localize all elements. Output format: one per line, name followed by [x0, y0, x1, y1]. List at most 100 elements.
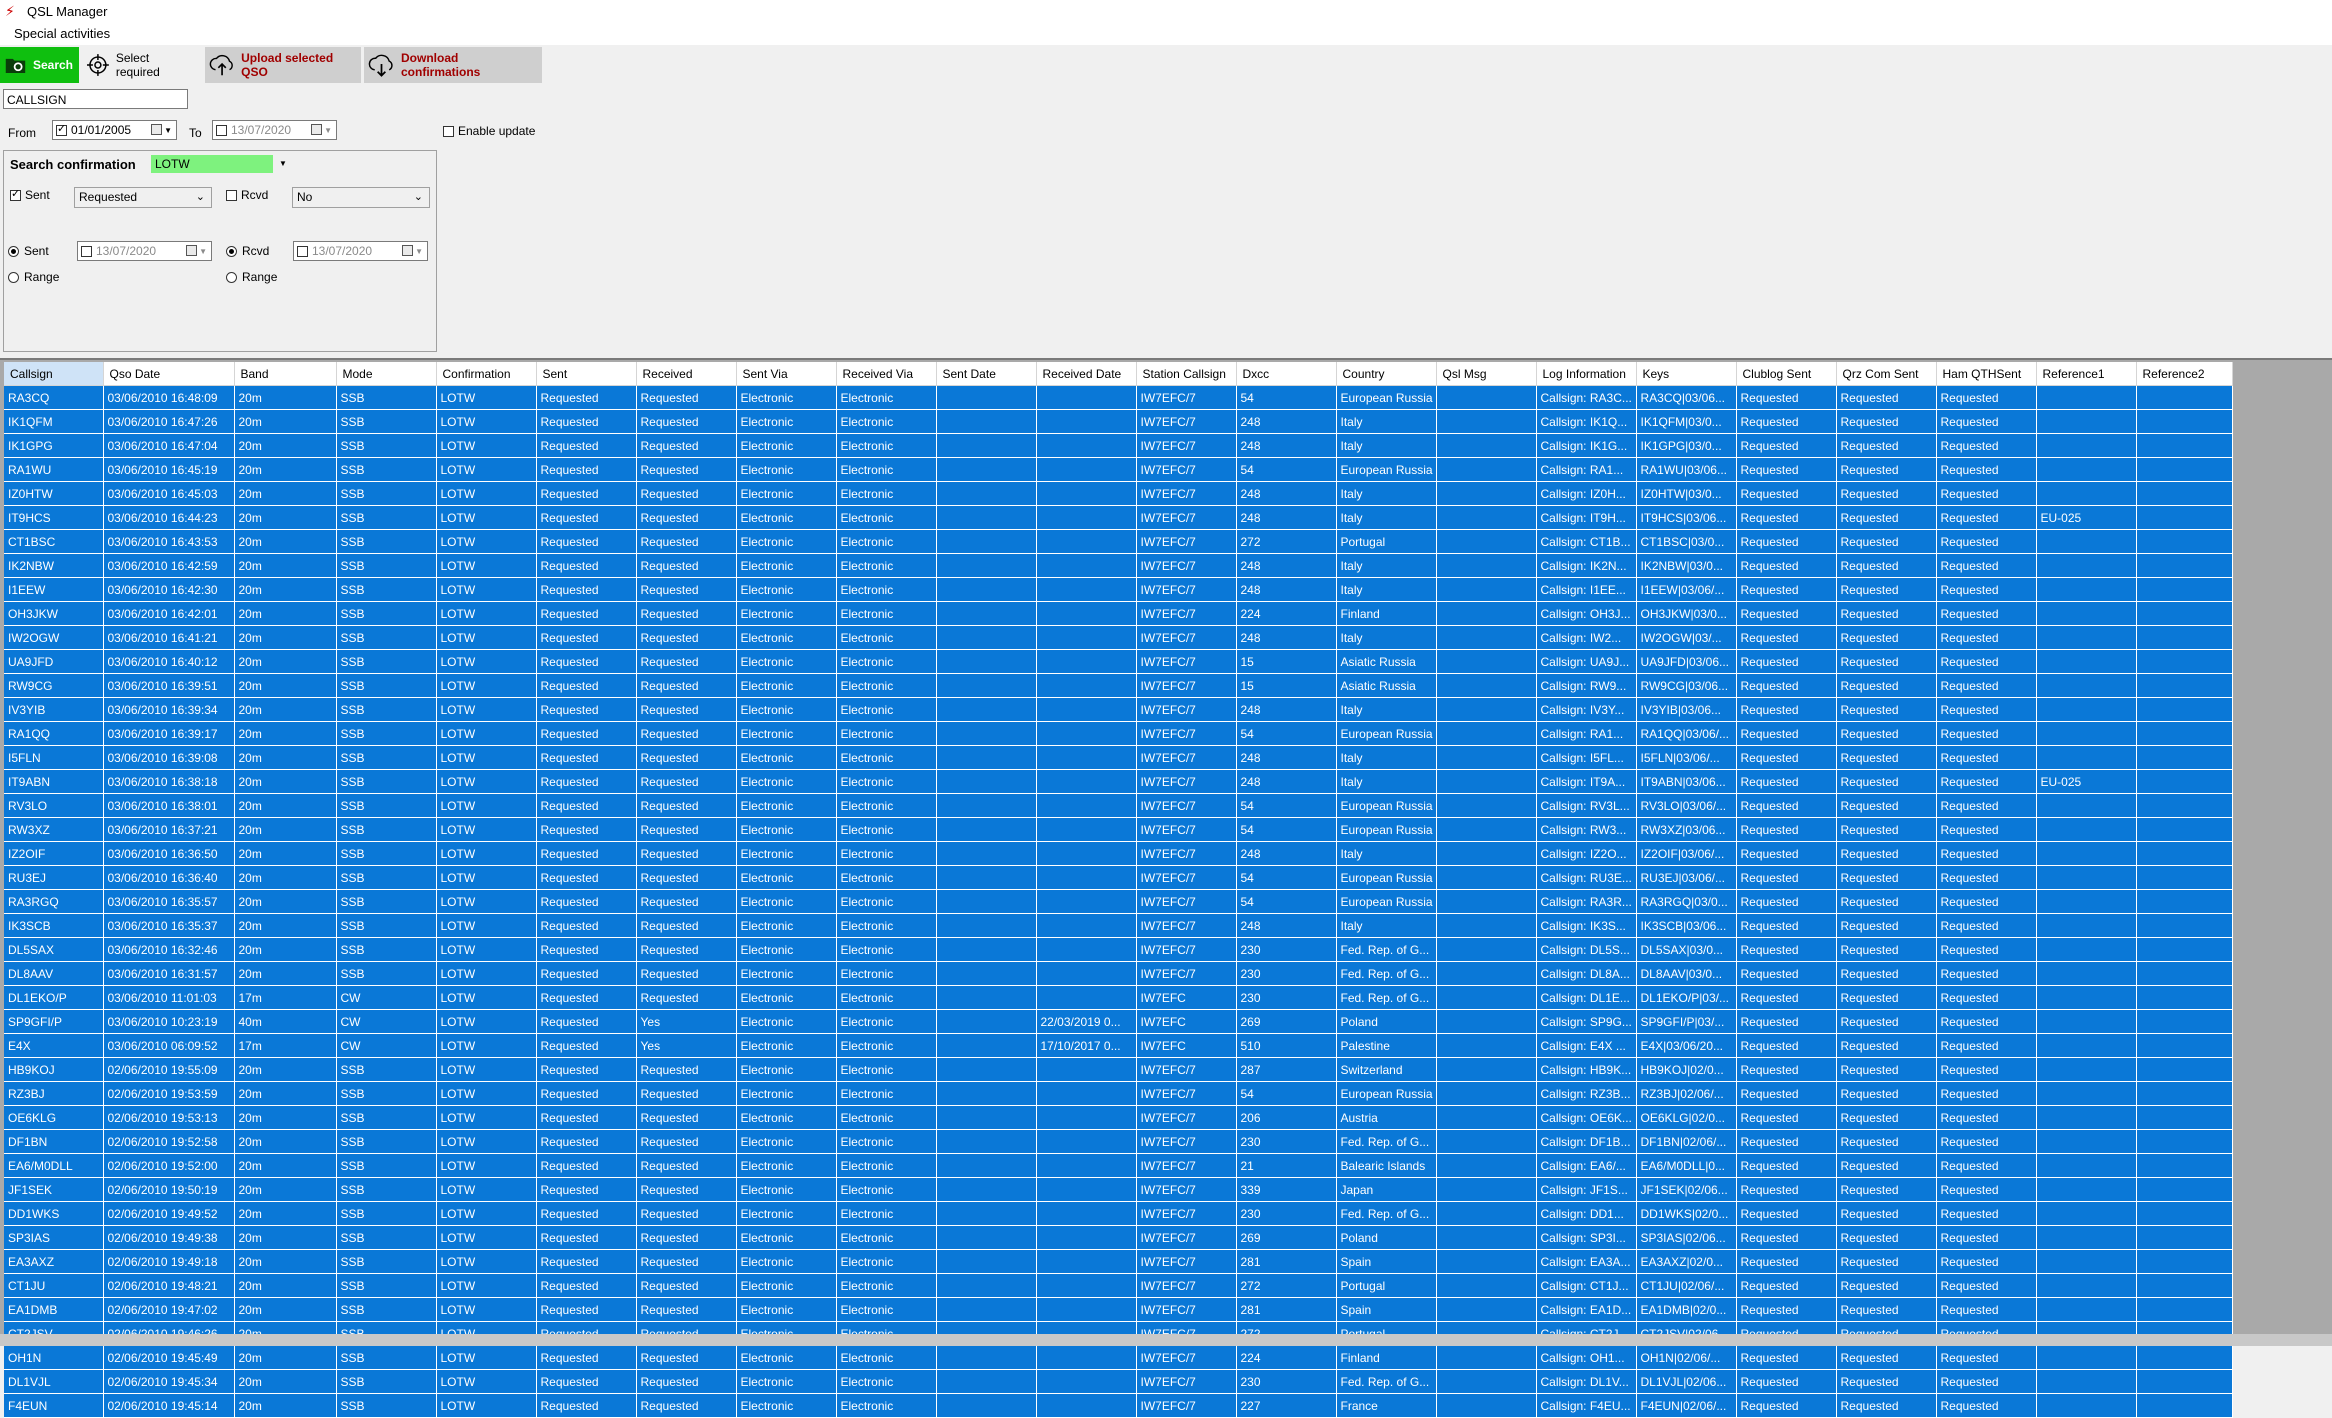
table-cell[interactable] — [1036, 433, 1137, 458]
table-cell[interactable] — [2136, 697, 2233, 722]
table-cell[interactable]: 230 — [1236, 961, 1337, 986]
table-cell[interactable]: Requested — [636, 1105, 737, 1130]
table-cell[interactable]: Requested — [536, 1105, 637, 1130]
table-row[interactable]: IT9HCS 03/06/2010 16:44:23 20m SSB LOTW Reque… — [4, 505, 2233, 530]
table-cell[interactable] — [1436, 1273, 1537, 1298]
table-cell[interactable]: European Russia — [1336, 385, 1437, 410]
table-cell[interactable]: IW2OGW — [4, 625, 104, 650]
table-cell[interactable]: Requested — [1836, 1201, 1937, 1226]
table-cell[interactable]: Fed. Rep. of G... — [1336, 1129, 1437, 1154]
table-row[interactable]: DF1BN 02/06/2010 19:52:58 20m SSB LOTW Reques… — [4, 1129, 2233, 1154]
table-cell[interactable]: IK1GPG — [4, 433, 104, 458]
table-cell[interactable]: LOTW — [436, 1105, 537, 1130]
table-cell[interactable]: Requested — [1836, 1345, 1937, 1370]
table-cell[interactable] — [936, 553, 1037, 578]
table-cell[interactable]: Callsign: CT1J... — [1536, 1273, 1637, 1298]
table-cell[interactable]: Requested — [1736, 721, 1837, 746]
table-cell[interactable]: RA1WU|03/06... — [1636, 457, 1737, 482]
table-cell[interactable]: 20m — [234, 1081, 337, 1106]
table-cell[interactable]: 22/03/2019 0... — [1036, 1009, 1137, 1034]
table-cell[interactable]: Requested — [1736, 1201, 1837, 1226]
table-cell[interactable]: Requested — [1836, 649, 1937, 674]
table-cell[interactable]: IZ2OIF|03/06/... — [1636, 841, 1737, 866]
table-cell[interactable]: DL8AAV — [4, 961, 104, 986]
table-cell[interactable]: EA1DMB — [4, 1297, 104, 1322]
table-cell[interactable]: Electronic — [736, 817, 837, 842]
table-cell[interactable]: Callsign: OE6K... — [1536, 1105, 1637, 1130]
table-cell[interactable]: SSB — [336, 1081, 437, 1106]
table-cell[interactable]: Requested — [1836, 1273, 1937, 1298]
table-cell[interactable]: 54 — [1236, 817, 1337, 842]
table-cell[interactable]: 03/06/2010 16:47:04 — [103, 433, 235, 458]
table-cell[interactable]: RW3XZ — [4, 817, 104, 842]
table-cell[interactable]: EA6/M0DLL — [4, 1153, 104, 1178]
table-cell[interactable]: IT9HCS|03/06... — [1636, 505, 1737, 530]
table-cell[interactable]: Requested — [1736, 1057, 1837, 1082]
table-cell[interactable]: Requested — [1736, 1225, 1837, 1250]
table-cell[interactable] — [1036, 457, 1137, 482]
table-cell[interactable]: Requested — [1736, 745, 1837, 770]
column-header-qso-date[interactable]: Qso Date — [103, 362, 235, 386]
table-cell[interactable]: IW7EFC/7 — [1136, 1201, 1237, 1226]
table-cell[interactable]: Requested — [1736, 985, 1837, 1010]
table-cell[interactable]: RV3LO — [4, 793, 104, 818]
table-cell[interactable]: Electronic — [836, 769, 937, 794]
table-cell[interactable] — [2136, 913, 2233, 938]
table-cell[interactable]: DL1EKO/P — [4, 985, 104, 1010]
table-cell[interactable]: 03/06/2010 16:39:17 — [103, 721, 235, 746]
table-cell[interactable]: Requested — [1836, 1225, 1937, 1250]
table-cell[interactable]: IW7EFC/7 — [1136, 793, 1237, 818]
sent-range-radio-button[interactable] — [8, 271, 19, 283]
table-cell[interactable]: Electronic — [836, 1345, 937, 1370]
table-cell[interactable]: Requested — [636, 1345, 737, 1370]
table-cell[interactable] — [2036, 1273, 2137, 1298]
table-cell[interactable]: 40m — [234, 1009, 337, 1034]
table-cell[interactable] — [2136, 1081, 2233, 1106]
table-cell[interactable]: RA1QQ|03/06/... — [1636, 721, 1737, 746]
rcvd-range-radio[interactable]: Range — [226, 270, 277, 284]
table-cell[interactable]: IW7EFC/7 — [1136, 1057, 1237, 1082]
table-cell[interactable]: E4X|03/06/20... — [1636, 1033, 1737, 1058]
table-cell[interactable]: Callsign: IT9A... — [1536, 769, 1637, 794]
table-cell[interactable]: Electronic — [836, 649, 937, 674]
table-cell[interactable]: Requested — [1836, 505, 1937, 530]
table-cell[interactable]: 03/06/2010 16:38:01 — [103, 793, 235, 818]
table-cell[interactable]: Callsign: IT9H... — [1536, 505, 1637, 530]
table-cell[interactable]: 54 — [1236, 1081, 1337, 1106]
table-cell[interactable]: SSB — [336, 1105, 437, 1130]
table-cell[interactable]: 02/06/2010 19:52:58 — [103, 1129, 235, 1154]
table-row[interactable]: EA3AXZ 02/06/2010 19:49:18 20m SSB LOTW Reque… — [4, 1249, 2233, 1274]
table-cell[interactable]: Electronic — [836, 1105, 937, 1130]
table-cell[interactable]: Electronic — [736, 529, 837, 554]
table-cell[interactable] — [1036, 1393, 1137, 1418]
rcvd-checkbox[interactable]: Rcvd — [226, 188, 268, 202]
table-cell[interactable]: LOTW — [436, 793, 537, 818]
table-cell[interactable]: Italy — [1336, 841, 1437, 866]
table-cell[interactable]: 02/06/2010 19:53:59 — [103, 1081, 235, 1106]
table-cell[interactable]: IW7EFC/7 — [1136, 1105, 1237, 1130]
table-cell[interactable]: 02/06/2010 19:45:14 — [103, 1393, 235, 1418]
table-cell[interactable] — [1436, 937, 1537, 962]
table-cell[interactable]: Austria — [1336, 1105, 1437, 1130]
table-cell[interactable]: Electronic — [736, 985, 837, 1010]
table-cell[interactable]: Electronic — [736, 553, 837, 578]
table-cell[interactable]: Electronic — [736, 1249, 837, 1274]
table-cell[interactable] — [2136, 649, 2233, 674]
table-cell[interactable] — [1436, 697, 1537, 722]
table-cell[interactable]: LOTW — [436, 1393, 537, 1418]
table-cell[interactable]: Requested — [1836, 889, 1937, 914]
table-cell[interactable]: Requested — [536, 1153, 637, 1178]
table-cell[interactable] — [1436, 1153, 1537, 1178]
table-cell[interactable]: 02/06/2010 19:49:18 — [103, 1249, 235, 1274]
table-cell[interactable] — [2136, 745, 2233, 770]
table-cell[interactable]: 510 — [1236, 1033, 1337, 1058]
table-cell[interactable]: Requested — [1936, 649, 2037, 674]
table-cell[interactable] — [1436, 865, 1537, 890]
table-cell[interactable]: Italy — [1336, 433, 1437, 458]
table-cell[interactable]: Requested — [1736, 1273, 1837, 1298]
table-cell[interactable]: Requested — [1936, 961, 2037, 986]
table-cell[interactable]: Requested — [1736, 961, 1837, 986]
table-cell[interactable]: IK1GPG|03/0... — [1636, 433, 1737, 458]
table-cell[interactable]: LOTW — [436, 1297, 537, 1322]
table-cell[interactable]: European Russia — [1336, 865, 1437, 890]
